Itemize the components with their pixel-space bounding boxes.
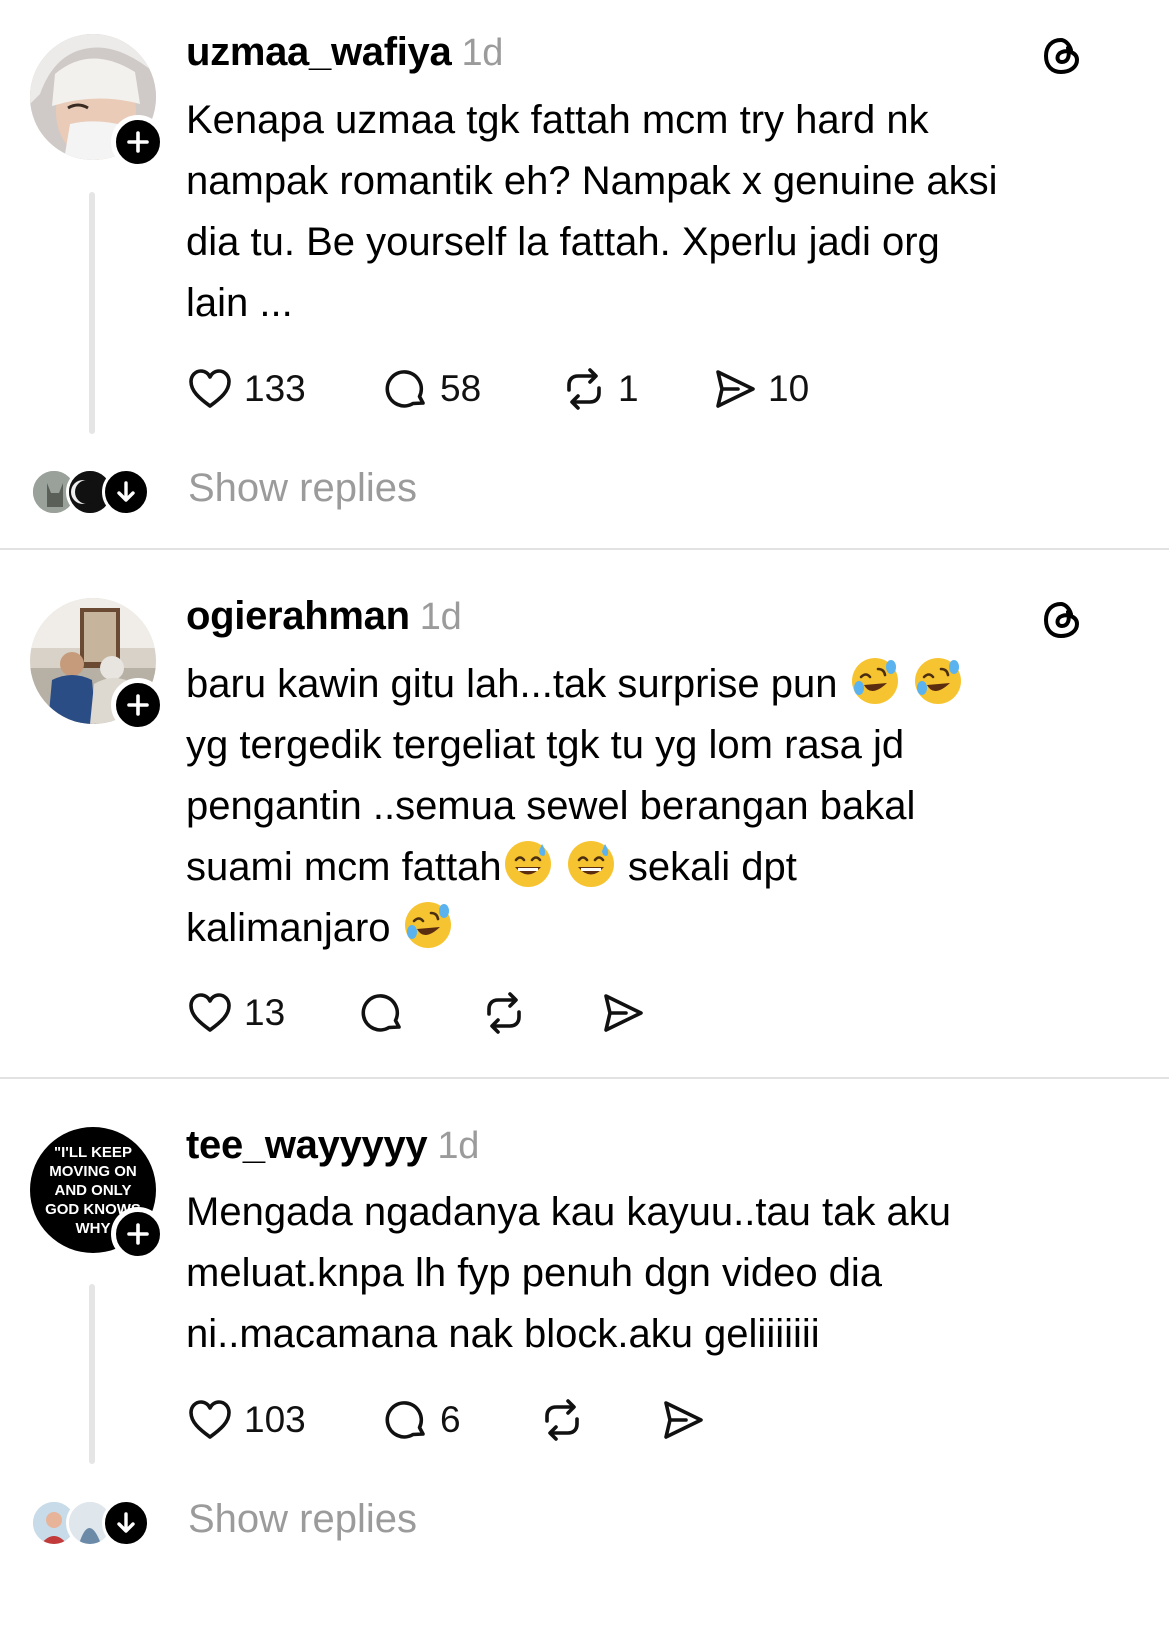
post-1: uzmaa_wafiya 1d Kenapa uzmaa tgk fattah m… [0, 0, 1169, 548]
post-time: 1d [437, 1125, 480, 1167]
repost-button[interactable] [480, 988, 528, 1038]
comment-button[interactable]: 6 [382, 1395, 461, 1445]
repost-button[interactable] [538, 1395, 586, 1445]
username[interactable]: tee_wayyyyy [186, 1123, 428, 1167]
comment-icon [382, 365, 430, 413]
post-header: ogierahman 1d [186, 594, 462, 639]
comment-icon [358, 989, 406, 1037]
send-icon [710, 365, 758, 413]
sweat-smile-emoji [565, 838, 617, 890]
comment-count: 6 [440, 1399, 461, 1440]
heart-icon [186, 1396, 234, 1444]
post-time: 1d [419, 596, 462, 638]
post-actions: 133 58 1 10 [186, 364, 886, 414]
username[interactable]: uzmaa_wafiya [186, 30, 452, 74]
show-replies-link[interactable]: Show replies [188, 466, 417, 511]
threads-icon[interactable] [1040, 598, 1084, 642]
like-count: 133 [244, 368, 306, 409]
post-3: "I'LL KEEP MOVING ON AND ONLY GOD KNOWS … [0, 1079, 1169, 1634]
post-header: tee_wayyyyy 1d [186, 1123, 479, 1168]
sweat-smile-emoji [502, 838, 554, 890]
repost-icon [538, 1396, 586, 1444]
send-icon [598, 989, 646, 1037]
arrow-down-icon[interactable] [102, 1499, 150, 1547]
repost-count: 1 [618, 368, 639, 409]
follow-button[interactable] [111, 115, 165, 169]
text-line: pengantin ..semua sewel berangan bakal [186, 784, 916, 828]
heart-icon [186, 989, 234, 1037]
repost-icon [480, 989, 528, 1037]
like-count: 103 [244, 1399, 306, 1440]
follow-button[interactable] [111, 1207, 165, 1261]
show-replies-link[interactable]: Show replies [188, 1497, 417, 1542]
plus-icon [127, 694, 149, 716]
share-button[interactable] [658, 1395, 706, 1445]
comment-count: 58 [440, 368, 482, 409]
show-replies-row[interactable]: Show replies [30, 1497, 450, 1549]
like-count: 13 [244, 992, 286, 1033]
like-button[interactable]: 103 [186, 1395, 306, 1445]
text-line: suami mcm fattah sekali dpt [186, 837, 1116, 898]
post-2: ogierahman 1d baru kawin gitu lah...tak s… [0, 550, 1169, 1078]
thread-line [89, 1284, 95, 1464]
username[interactable]: ogierahman [186, 594, 410, 638]
repost-button[interactable]: 1 [560, 364, 639, 414]
share-button[interactable] [598, 988, 646, 1038]
text-line: kalimanjaro [186, 898, 1116, 959]
show-replies-row[interactable]: Show replies [30, 466, 450, 518]
thread-line [89, 192, 95, 434]
share-button[interactable]: 10 [710, 364, 809, 414]
post-text: Kenapa uzmaa tgk fattah mcm try hard nk … [186, 98, 998, 325]
post-time: 1d [461, 32, 504, 74]
arrow-down-icon[interactable] [102, 468, 150, 516]
post-header: uzmaa_wafiya 1d [186, 30, 503, 75]
follow-button[interactable] [111, 678, 165, 732]
heart-icon [186, 365, 234, 413]
post-actions: 103 6 [186, 1395, 746, 1445]
like-button[interactable]: 13 [186, 988, 285, 1038]
plus-icon [127, 131, 149, 153]
like-button[interactable]: 133 [186, 364, 306, 414]
comment-button[interactable]: 58 [382, 364, 481, 414]
post-text: baru kawin gitu lah...tak surprise pun y… [186, 654, 1116, 959]
repost-icon [560, 365, 608, 413]
post-actions: 13 [186, 988, 686, 1038]
send-icon [658, 1396, 706, 1444]
rofl-emoji [402, 899, 454, 951]
share-count: 10 [768, 368, 810, 409]
rofl-emoji [849, 655, 901, 707]
rofl-emoji [912, 655, 964, 707]
threads-icon[interactable] [1040, 34, 1084, 78]
text-line: baru kawin gitu lah...tak surprise pun [186, 654, 1116, 715]
text-line: yg tergedik tergeliat tgk tu yg lom rasa… [186, 723, 905, 767]
post-text: Mengada ngadanya kau kayuu..tau tak aku … [186, 1190, 951, 1356]
comment-button[interactable] [358, 988, 406, 1038]
comment-icon [382, 1396, 430, 1444]
plus-icon [127, 1223, 149, 1245]
